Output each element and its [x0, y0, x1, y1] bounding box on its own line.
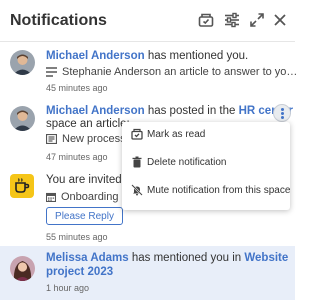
- timestamp: 1 hour ago: [46, 283, 90, 293]
- menu-item-label: Mark as read: [147, 129, 206, 140]
- notification-detail: Onboarding: [61, 191, 119, 203]
- notification-actions-menu: Mark as read Delete notification Mute no…: [122, 122, 290, 210]
- space-link[interactable]: Website: [244, 252, 288, 264]
- notification-item-unread[interactable]: Melissa Adams has mentioned you in Websi…: [0, 246, 295, 300]
- notifications-header: Notifications: [0, 0, 295, 42]
- article-icon: [45, 133, 58, 145]
- avatar: [10, 256, 35, 281]
- notification-text: has mentioned you.: [144, 50, 249, 62]
- avatar: [10, 50, 35, 75]
- mark-all-read-icon[interactable]: [198, 12, 214, 28]
- menu-item-label: Delete notification: [147, 157, 227, 168]
- event-icon: [10, 174, 34, 198]
- avatar: [10, 106, 35, 131]
- timestamp: 45 minutes ago: [46, 83, 108, 93]
- menu-item-mute-space[interactable]: Mute notification from this space: [122, 179, 290, 203]
- menu-item-delete[interactable]: Delete notification: [122, 151, 290, 175]
- actor-link[interactable]: Michael Anderson: [46, 50, 145, 62]
- notification-detail: Stephanie Anderson an article to answer …: [62, 66, 298, 78]
- space-link-continued[interactable]: project 2023: [46, 266, 113, 278]
- expand-icon[interactable]: [249, 12, 265, 28]
- menu-item-label: Mute notification from this space: [147, 185, 291, 196]
- actor-link[interactable]: Michael Anderson: [46, 105, 145, 117]
- notification-item[interactable]: Michael Anderson has mentioned you. Step…: [0, 42, 298, 98]
- mute-bell-icon: [131, 184, 143, 196]
- close-icon[interactable]: [272, 12, 288, 28]
- calendar-icon: [45, 192, 57, 203]
- notification-text-line2: space an article:: [46, 118, 130, 130]
- panel-title: Notifications: [10, 12, 107, 29]
- notification-text: has mentioned you in: [128, 252, 245, 264]
- menu-item-mark-as-read[interactable]: Mark as read: [122, 123, 290, 147]
- please-reply-button[interactable]: Please Reply: [46, 207, 123, 225]
- article-lines-icon: [46, 67, 57, 77]
- timestamp: 47 minutes ago: [46, 152, 108, 162]
- more-actions-button[interactable]: [273, 104, 291, 122]
- trash-icon: [131, 156, 143, 168]
- timestamp: 55 minutes ago: [46, 232, 108, 242]
- settings-sliders-icon[interactable]: [224, 12, 240, 28]
- notification-text: has posted in the: [144, 105, 239, 117]
- mark-read-icon: [131, 128, 143, 140]
- actor-link[interactable]: Melissa Adams: [46, 252, 129, 264]
